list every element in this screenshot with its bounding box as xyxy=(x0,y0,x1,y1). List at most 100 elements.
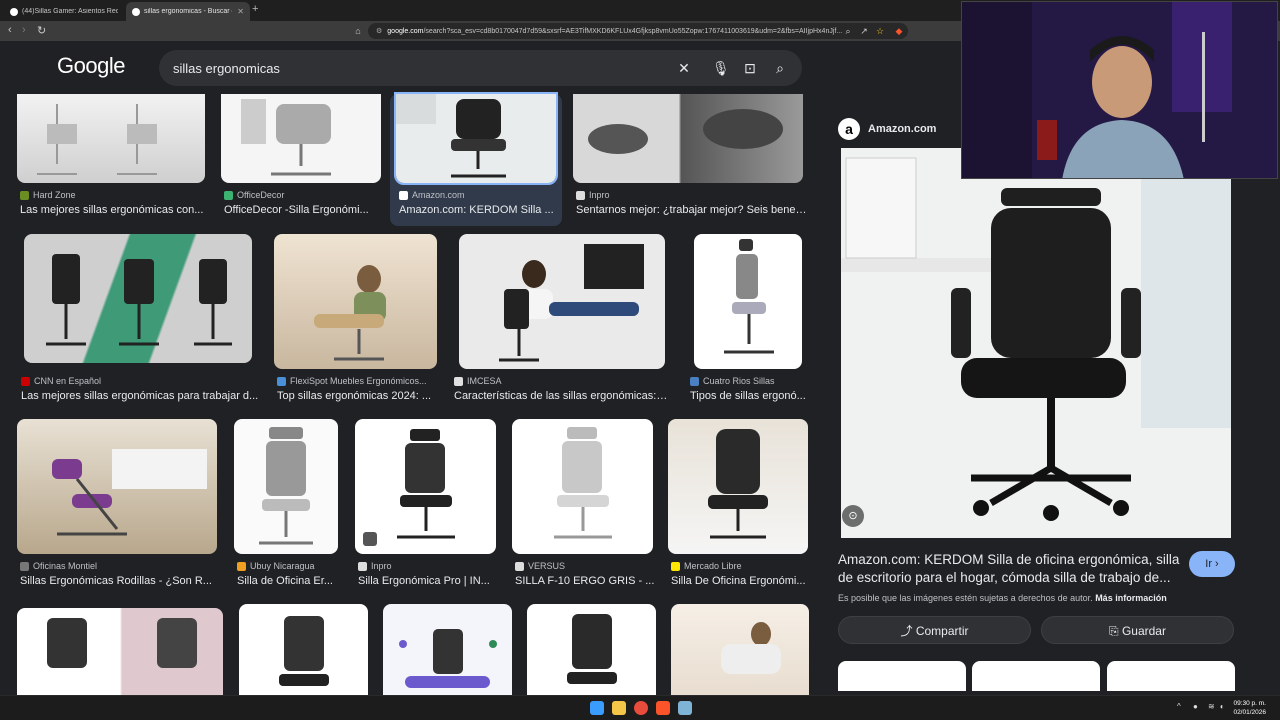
zoom-icon[interactable]: ⌕ xyxy=(842,25,854,37)
result-title[interactable]: Silla de Oficina Er... xyxy=(237,575,341,587)
visit-button[interactable]: Ir › xyxy=(1189,551,1235,577)
file-explorer-icon[interactable] xyxy=(612,701,626,715)
copyright-notice: Es posible que las imágenes estén sujeta… xyxy=(838,593,1167,603)
clear-search-icon[interactable]: ✕ xyxy=(676,60,692,76)
image-result[interactable]: Oficinas Montiel Sillas Ergonómicas Rodi… xyxy=(17,419,219,589)
source-favicon-icon xyxy=(224,190,233,200)
result-source: VERSUS xyxy=(528,561,566,571)
forward-icon[interactable]: › xyxy=(22,24,26,36)
result-thumbnail[interactable] xyxy=(694,234,802,369)
panel-preview-image[interactable] xyxy=(841,148,1231,538)
lens-search-icon[interactable]: ⊡ xyxy=(742,60,758,76)
image-result[interactable]: CNN en Español Las mejores sillas ergonó… xyxy=(18,234,258,404)
bookmark-icon[interactable]: ⌂ xyxy=(352,25,364,37)
result-title[interactable]: Las mejores sillas ergonómicas con... xyxy=(20,204,208,216)
result-thumbnail[interactable] xyxy=(527,604,656,695)
result-title[interactable]: Silla Ergonómica Pro | IN... xyxy=(358,575,499,587)
image-result[interactable] xyxy=(671,604,810,695)
result-thumbnail[interactable] xyxy=(17,608,223,695)
image-result-selected[interactable]: Amazon.com Amazon.com: KERDOM Silla ... xyxy=(394,92,558,226)
star-icon[interactable]: ☆ xyxy=(874,25,886,37)
microphone-icon[interactable]: ● xyxy=(1193,702,1198,711)
image-result[interactable] xyxy=(17,608,225,695)
related-thumbnail[interactable] xyxy=(838,661,966,691)
image-result[interactable]: Cuatro Rios Sillas Tipos de sillas ergon… xyxy=(687,234,807,404)
search-icon[interactable]: ⌕ xyxy=(772,60,788,76)
result-title[interactable]: Sillas Ergonómicas Rodillas - ¿Son R... xyxy=(20,575,220,587)
result-thumbnail[interactable] xyxy=(24,234,252,363)
panel-title[interactable]: Amazon.com: KERDOM Silla de oficina ergo… xyxy=(838,551,1183,587)
address-bar[interactable]: ⚙ google.com/search?sca_esv=cd8b0170047d… xyxy=(368,23,908,39)
result-title[interactable]: Tipos de sillas ergonó... xyxy=(690,390,808,402)
webcam-overlay xyxy=(961,1,1278,179)
new-tab-icon[interactable]: + xyxy=(252,3,258,15)
tray-arrow-icon[interactable]: ^ xyxy=(1177,702,1181,711)
result-thumbnail[interactable] xyxy=(234,419,338,554)
result-thumbnail[interactable] xyxy=(459,234,665,369)
image-result[interactable]: VERSUS SILLA F-10 ERGO GRIS - ... xyxy=(512,419,655,589)
more-info-link[interactable]: Más información xyxy=(1095,593,1167,603)
image-result[interactable]: Hard Zone Las mejores sillas ergonómicas… xyxy=(17,94,205,226)
brave-shield-icon[interactable]: ◆ xyxy=(893,25,905,37)
image-result[interactable]: Ubuy Nicaragua Silla de Oficina Er... xyxy=(234,419,340,589)
result-thumbnail[interactable] xyxy=(512,419,653,554)
start-menu-icon[interactable] xyxy=(590,701,604,715)
close-tab-icon[interactable]: ✕ xyxy=(237,7,244,16)
result-thumbnail[interactable] xyxy=(394,92,558,185)
voice-search-icon[interactable]: 🎙 xyxy=(712,60,730,76)
result-thumbnail[interactable] xyxy=(17,94,205,183)
lens-icon[interactable]: ⊙ xyxy=(842,505,864,527)
save-button[interactable]: ⎘ Guardar xyxy=(1041,616,1234,644)
source-favicon-icon xyxy=(399,190,408,200)
result-thumbnail[interactable] xyxy=(668,419,808,554)
result-title[interactable]: Silla De Oficina Ergonómi... xyxy=(671,575,811,587)
google-favicon-icon xyxy=(132,7,140,16)
app-icon[interactable] xyxy=(678,701,692,715)
image-result[interactable] xyxy=(383,604,513,695)
result-title[interactable]: SILLA F-10 ERGO GRIS - ... xyxy=(515,575,656,587)
related-thumbnail[interactable] xyxy=(1107,661,1235,691)
image-result[interactable]: IMCESA Características de las sillas erg… xyxy=(451,234,668,404)
back-icon[interactable]: ‹ xyxy=(8,24,12,36)
search-input[interactable] xyxy=(173,50,653,86)
result-title[interactable]: Top sillas ergonómicas 2024: ... xyxy=(277,390,439,402)
result-thumbnail[interactable] xyxy=(17,419,217,554)
tab-sillas-gamer[interactable]: (44)Sillas Gamer: Asientos Reciclados xyxy=(4,2,124,21)
panel-source[interactable]: a Amazon.com xyxy=(838,118,936,140)
share-icon: ⤴ xyxy=(900,624,913,638)
brave-browser-icon[interactable] xyxy=(656,701,670,715)
copyright-text: Es posible que las imágenes estén sujeta… xyxy=(838,593,1093,603)
share-button[interactable]: ⤴ Compartir xyxy=(838,616,1031,644)
image-result[interactable]: Inpro Silla Ergonómica Pro | IN... xyxy=(355,419,498,589)
result-source: IMCESA xyxy=(467,376,502,386)
image-result[interactable]: Mercado Libre Silla De Oficina Ergonómi.… xyxy=(668,419,810,589)
wifi-icon[interactable]: ≋ xyxy=(1208,702,1215,711)
image-result[interactable] xyxy=(527,604,657,695)
image-result[interactable]: Inpro Sentarnos mejor: ¿trabajar mejor? … xyxy=(573,94,808,226)
result-thumbnail[interactable] xyxy=(221,94,381,183)
result-title[interactable]: Sentarnos mejor: ¿trabajar mejor? Seis b… xyxy=(576,204,808,216)
result-thumbnail[interactable] xyxy=(383,604,512,695)
result-thumbnail[interactable] xyxy=(239,604,368,695)
system-clock[interactable]: 09:30 p. m. 02/01/2026 xyxy=(1233,699,1266,717)
result-thumbnail[interactable] xyxy=(573,94,803,183)
image-result[interactable]: FlexiSpot Muebles Ergonómicos... Top sil… xyxy=(274,234,438,404)
result-thumbnail[interactable] xyxy=(274,234,437,369)
result-title[interactable]: Amazon.com: KERDOM Silla ... xyxy=(399,204,557,216)
result-title[interactable]: Características de las sillas ergonómica… xyxy=(454,390,668,402)
share-page-icon[interactable]: ↗ xyxy=(858,25,870,37)
google-logo[interactable]: Google xyxy=(57,53,125,79)
result-thumbnail[interactable] xyxy=(355,419,496,554)
result-title[interactable]: Las mejores sillas ergonómicas para trab… xyxy=(21,390,259,402)
tab-google-search[interactable]: sillas ergonomicas - Buscar con Google ✕ xyxy=(126,2,250,21)
reload-icon[interactable]: ↻ xyxy=(37,24,46,37)
site-info-icon[interactable]: ⚙ xyxy=(376,27,382,35)
result-title[interactable]: OfficeDecor -Silla Ergonómi... xyxy=(224,204,382,216)
clock-date: 02/01/2026 xyxy=(1233,709,1266,716)
image-result[interactable]: OfficeDecor OfficeDecor -Silla Ergonómi.… xyxy=(221,94,381,226)
volume-icon[interactable]: ◖ xyxy=(1219,702,1224,711)
result-thumbnail[interactable] xyxy=(671,604,809,695)
image-result[interactable] xyxy=(239,604,369,695)
obs-icon[interactable] xyxy=(634,701,648,715)
related-thumbnail[interactable] xyxy=(972,661,1100,691)
